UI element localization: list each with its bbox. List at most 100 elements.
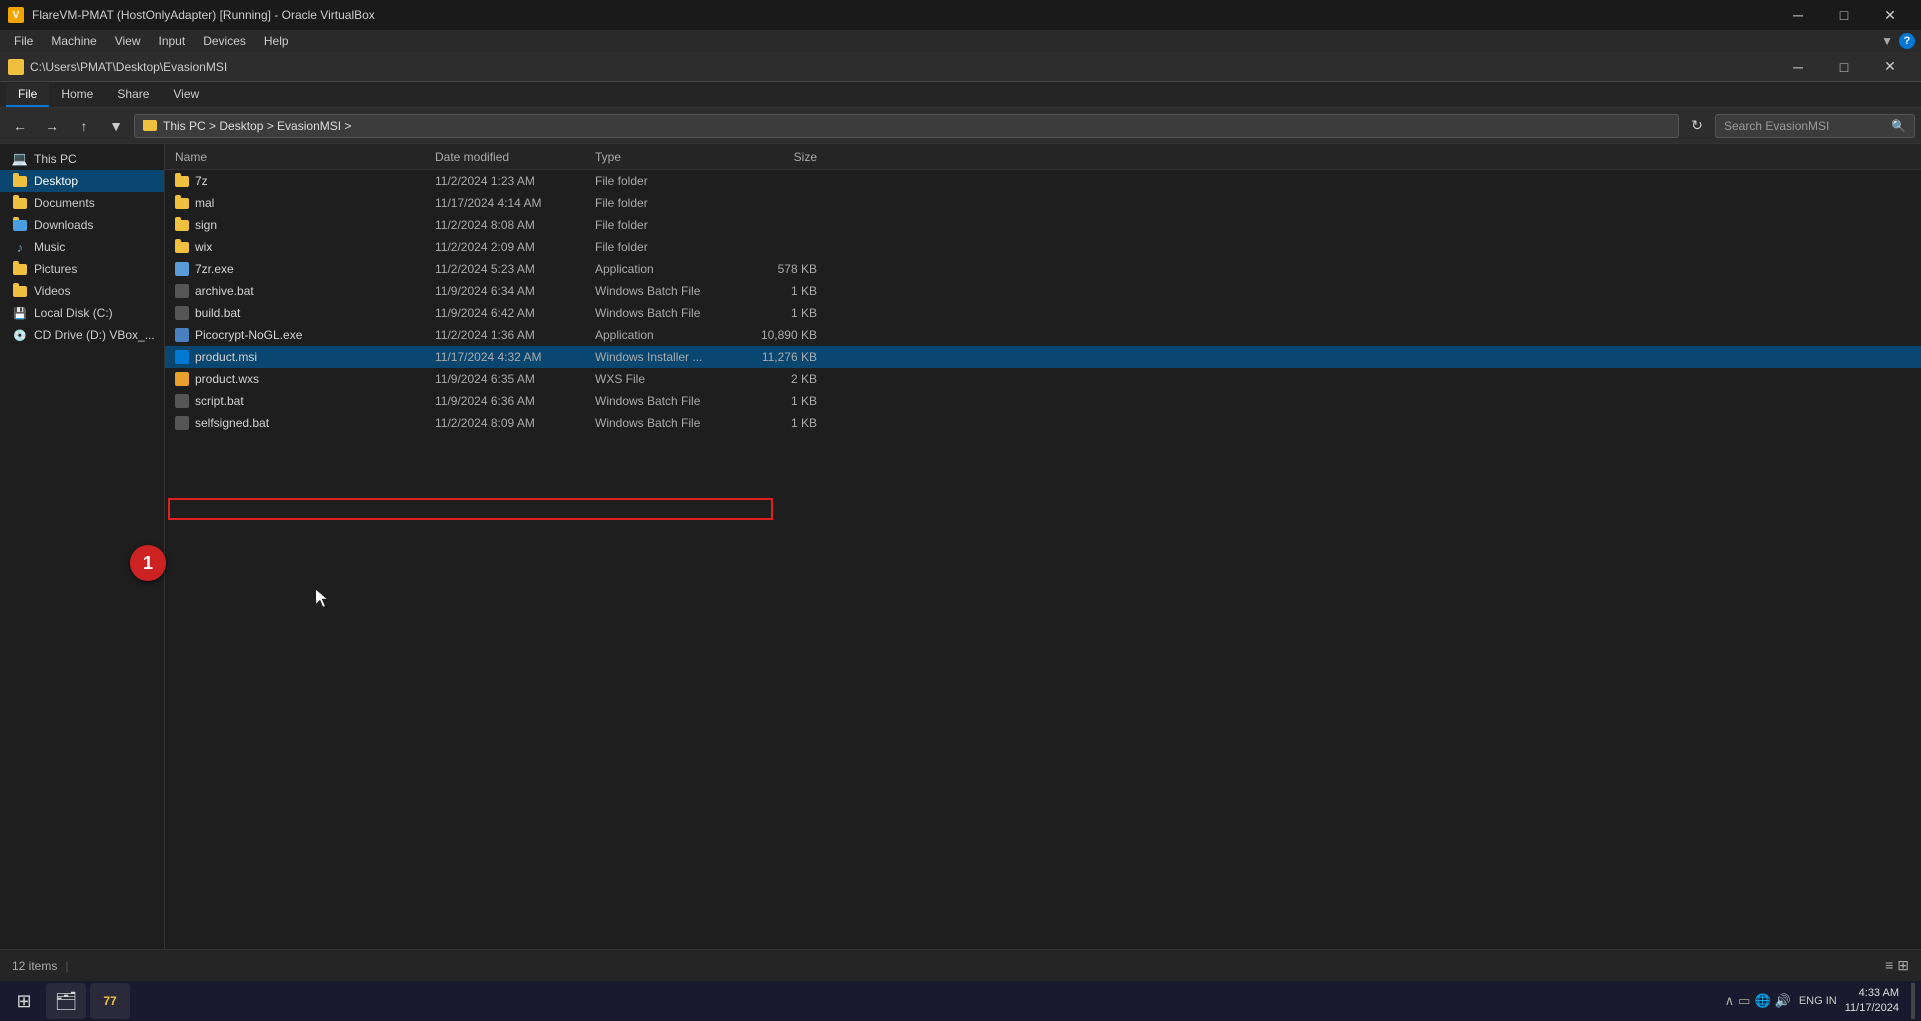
- vbox-menu-help[interactable]: Help: [256, 32, 297, 50]
- file-name-cell: 7z: [171, 174, 431, 188]
- ribbon-tab-share[interactable]: Share: [105, 83, 161, 107]
- table-row[interactable]: 7z 11/2/2024 1:23 AM File folder: [165, 170, 1921, 192]
- vbox-menu-file[interactable]: File: [6, 32, 41, 50]
- list-view-icon[interactable]: ≡: [1885, 957, 1893, 974]
- start-button[interactable]: ⊞: [6, 983, 42, 1019]
- refresh-button[interactable]: ↻: [1683, 112, 1711, 140]
- file-name-cell: product.wxs: [171, 372, 431, 386]
- file-date: 11/2/2024 1:23 AM: [431, 174, 591, 188]
- file-name: sign: [195, 218, 217, 232]
- sidebar-item-cddrive[interactable]: 💿 CD Drive (D:) VBox_...: [0, 324, 164, 346]
- address-bar[interactable]: This PC > Desktop > EvasionMSI >: [134, 114, 1679, 138]
- table-row[interactable]: archive.bat 11/9/2024 6:34 AM Windows Ba…: [165, 280, 1921, 302]
- sidebar-label-cddrive: CD Drive (D:) VBox_...: [34, 328, 155, 342]
- table-row-product-msi[interactable]: product.msi 11/17/2024 4:32 AM Windows I…: [165, 346, 1921, 368]
- vbox-menu-input[interactable]: Input: [151, 32, 194, 50]
- explorer-close-button[interactable]: ✕: [1867, 52, 1913, 82]
- col-header-date[interactable]: Date modified: [431, 150, 591, 164]
- ribbon-tab-file[interactable]: File: [6, 83, 49, 107]
- vbox-maximize-button[interactable]: □: [1821, 0, 1867, 30]
- search-placeholder: Search EvasionMSI: [1724, 119, 1891, 133]
- sidebar-label-thispc: This PC: [34, 152, 77, 166]
- up-button[interactable]: ↑: [70, 112, 98, 140]
- back-button[interactable]: ←: [6, 112, 34, 140]
- vbox-close-button[interactable]: ✕: [1867, 0, 1913, 30]
- sidebar-label-localdisk: Local Disk (C:): [34, 306, 113, 320]
- sidebar-item-videos[interactable]: Videos: [0, 280, 164, 302]
- table-row[interactable]: mal 11/17/2024 4:14 AM File folder: [165, 192, 1921, 214]
- tray-globe-icon[interactable]: 🌐: [1754, 993, 1770, 1009]
- vbox-right-icon: ▼: [1881, 34, 1893, 48]
- file-table: 7z 11/2/2024 1:23 AM File folder mal 11/…: [165, 170, 1921, 1019]
- sidebar-item-thispc[interactable]: 💻 This PC: [0, 148, 164, 170]
- vbox-menubar: File Machine View Input Devices Help ▼ ?: [0, 30, 1921, 52]
- videos-icon: [12, 283, 28, 299]
- table-row[interactable]: build.bat 11/9/2024 6:42 AM Windows Batc…: [165, 302, 1921, 324]
- table-row[interactable]: script.bat 11/9/2024 6:36 AM Windows Bat…: [165, 390, 1921, 412]
- sidebar-item-pictures[interactable]: Pictures: [0, 258, 164, 280]
- table-row[interactable]: product.wxs 11/9/2024 6:35 AM WXS File 2…: [165, 368, 1921, 390]
- table-row[interactable]: selfsigned.bat 11/2/2024 8:09 AM Windows…: [165, 412, 1921, 434]
- exe-icon: [175, 262, 189, 276]
- address-folder-icon: [143, 120, 157, 131]
- vbox-menu-view[interactable]: View: [107, 32, 149, 50]
- ribbon-tab-view[interactable]: View: [161, 83, 211, 107]
- file-type: File folder: [591, 240, 731, 254]
- file-date: 11/17/2024 4:14 AM: [431, 196, 591, 210]
- vbox-menu-machine[interactable]: Machine: [43, 32, 104, 50]
- col-header-size[interactable]: Size: [731, 150, 821, 164]
- cddrive-icon: 💿: [12, 327, 28, 343]
- tray-network-icon[interactable]: ▭: [1738, 993, 1750, 1009]
- explorer-maximize-button[interactable]: □: [1821, 52, 1867, 82]
- table-row[interactable]: sign 11/2/2024 8:08 AM File folder: [165, 214, 1921, 236]
- vbox-menu-devices[interactable]: Devices: [195, 32, 254, 50]
- fileexplorer-icon: 🗂: [55, 991, 78, 1012]
- file-name: product.wxs: [195, 372, 259, 386]
- sidebar-item-desktop[interactable]: Desktop: [0, 170, 164, 192]
- file-type: File folder: [591, 196, 731, 210]
- show-desktop-btn[interactable]: [1911, 983, 1915, 1019]
- col-header-type[interactable]: Type: [591, 150, 731, 164]
- explorer-logo: [8, 59, 24, 75]
- file-name-cell: product.msi: [171, 350, 431, 364]
- ribbon-tab-home[interactable]: Home: [49, 83, 105, 107]
- explorer-minimize-button[interactable]: ─: [1775, 52, 1821, 82]
- col-header-name[interactable]: Name: [171, 150, 431, 164]
- system-clock[interactable]: 4:33 AM 11/17/2024: [1845, 986, 1899, 1017]
- taskbar-fileexplorer[interactable]: 🗂: [46, 983, 86, 1019]
- sidebar-item-documents[interactable]: Documents: [0, 192, 164, 214]
- folder-icon: [175, 242, 189, 253]
- app2-icon: 77: [103, 994, 116, 1008]
- sidebar-item-music[interactable]: ♪ Music: [0, 236, 164, 258]
- table-row[interactable]: wix 11/2/2024 2:09 AM File folder: [165, 236, 1921, 258]
- thispc-icon: 💻: [12, 151, 28, 167]
- file-size: 1 KB: [731, 284, 821, 298]
- sidebar-label-desktop: Desktop: [34, 174, 78, 188]
- file-date: 11/9/2024 6:42 AM: [431, 306, 591, 320]
- bat-icon: [175, 394, 189, 408]
- folder-icon: [175, 220, 189, 231]
- vbox-logo-icon: V: [8, 7, 24, 23]
- search-bar[interactable]: Search EvasionMSI 🔍: [1715, 114, 1915, 138]
- file-name-cell: Picocrypt-NoGL.exe: [171, 328, 431, 342]
- tray-expand-icon[interactable]: ∧: [1725, 993, 1735, 1009]
- downloads-icon: [12, 217, 28, 233]
- table-row[interactable]: 7zr.exe 11/2/2024 5:23 AM Application 57…: [165, 258, 1921, 280]
- taskbar-app2[interactable]: 77: [90, 983, 130, 1019]
- tray-sound-icon[interactable]: 🔊: [1775, 993, 1791, 1009]
- language-text: ENG IN: [1799, 994, 1837, 1008]
- forward-button[interactable]: →: [38, 112, 66, 140]
- address-bar-area: ← → ↑ ▼ This PC > Desktop > EvasionMSI >…: [0, 108, 1921, 144]
- sidebar-item-localdisk[interactable]: 💾 Local Disk (C:): [0, 302, 164, 324]
- file-name: build.bat: [195, 306, 240, 320]
- sidebar-item-downloads[interactable]: Downloads: [0, 214, 164, 236]
- grid-view-icon[interactable]: ⊞: [1897, 957, 1909, 974]
- table-row[interactable]: Picocrypt-NoGL.exe 11/2/2024 1:36 AM App…: [165, 324, 1921, 346]
- file-name: 7zr.exe: [195, 262, 234, 276]
- exe-icon: [175, 328, 189, 342]
- file-type: Application: [591, 328, 731, 342]
- pictures-icon: [12, 261, 28, 277]
- sidebar-label-documents: Documents: [34, 196, 95, 210]
- recent-button[interactable]: ▼: [102, 112, 130, 140]
- vbox-minimize-button[interactable]: ─: [1775, 0, 1821, 30]
